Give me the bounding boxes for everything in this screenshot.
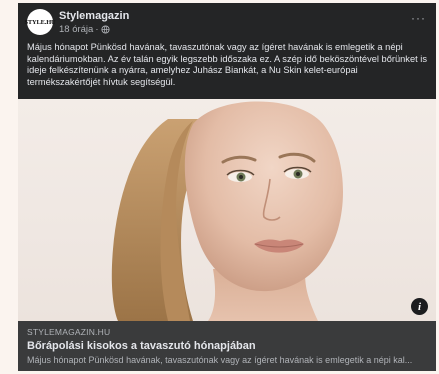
post-meta: 18 órája ·: [59, 24, 110, 35]
post-header: STYLE.HU Stylemagazin 18 órája · ···: [18, 3, 436, 39]
info-icon[interactable]: i: [411, 298, 428, 315]
more-options-button[interactable]: ···: [411, 11, 426, 25]
logo-text: STYLE.HU: [24, 18, 56, 26]
link-description: Május hónapot Pünkösd havának, tavaszutó…: [27, 355, 413, 365]
portrait-illustration: [111, 101, 343, 321]
globe-icon: [100, 25, 110, 34]
facebook-post-card: STYLE.HU Stylemagazin 18 órája · ··· Máj…: [18, 3, 436, 371]
link-title[interactable]: Bőrápolási kisokos a tavaszutó hónapjába…: [27, 340, 256, 352]
page-avatar[interactable]: STYLE.HU: [24, 9, 56, 35]
post-image[interactable]: i: [18, 99, 436, 321]
link-domain: STYLEMAGAZIN.HU: [27, 327, 111, 337]
post-text: Május hónapot Pünkösd havának, tavaszutó…: [27, 42, 428, 87]
post-time[interactable]: 18 órája: [59, 24, 93, 35]
meta-separator: ·: [95, 24, 99, 35]
link-preview[interactable]: STYLEMAGAZIN.HU Bőrápolási kisokos a tav…: [18, 321, 436, 371]
page-name-link[interactable]: Stylemagazin: [59, 10, 129, 22]
